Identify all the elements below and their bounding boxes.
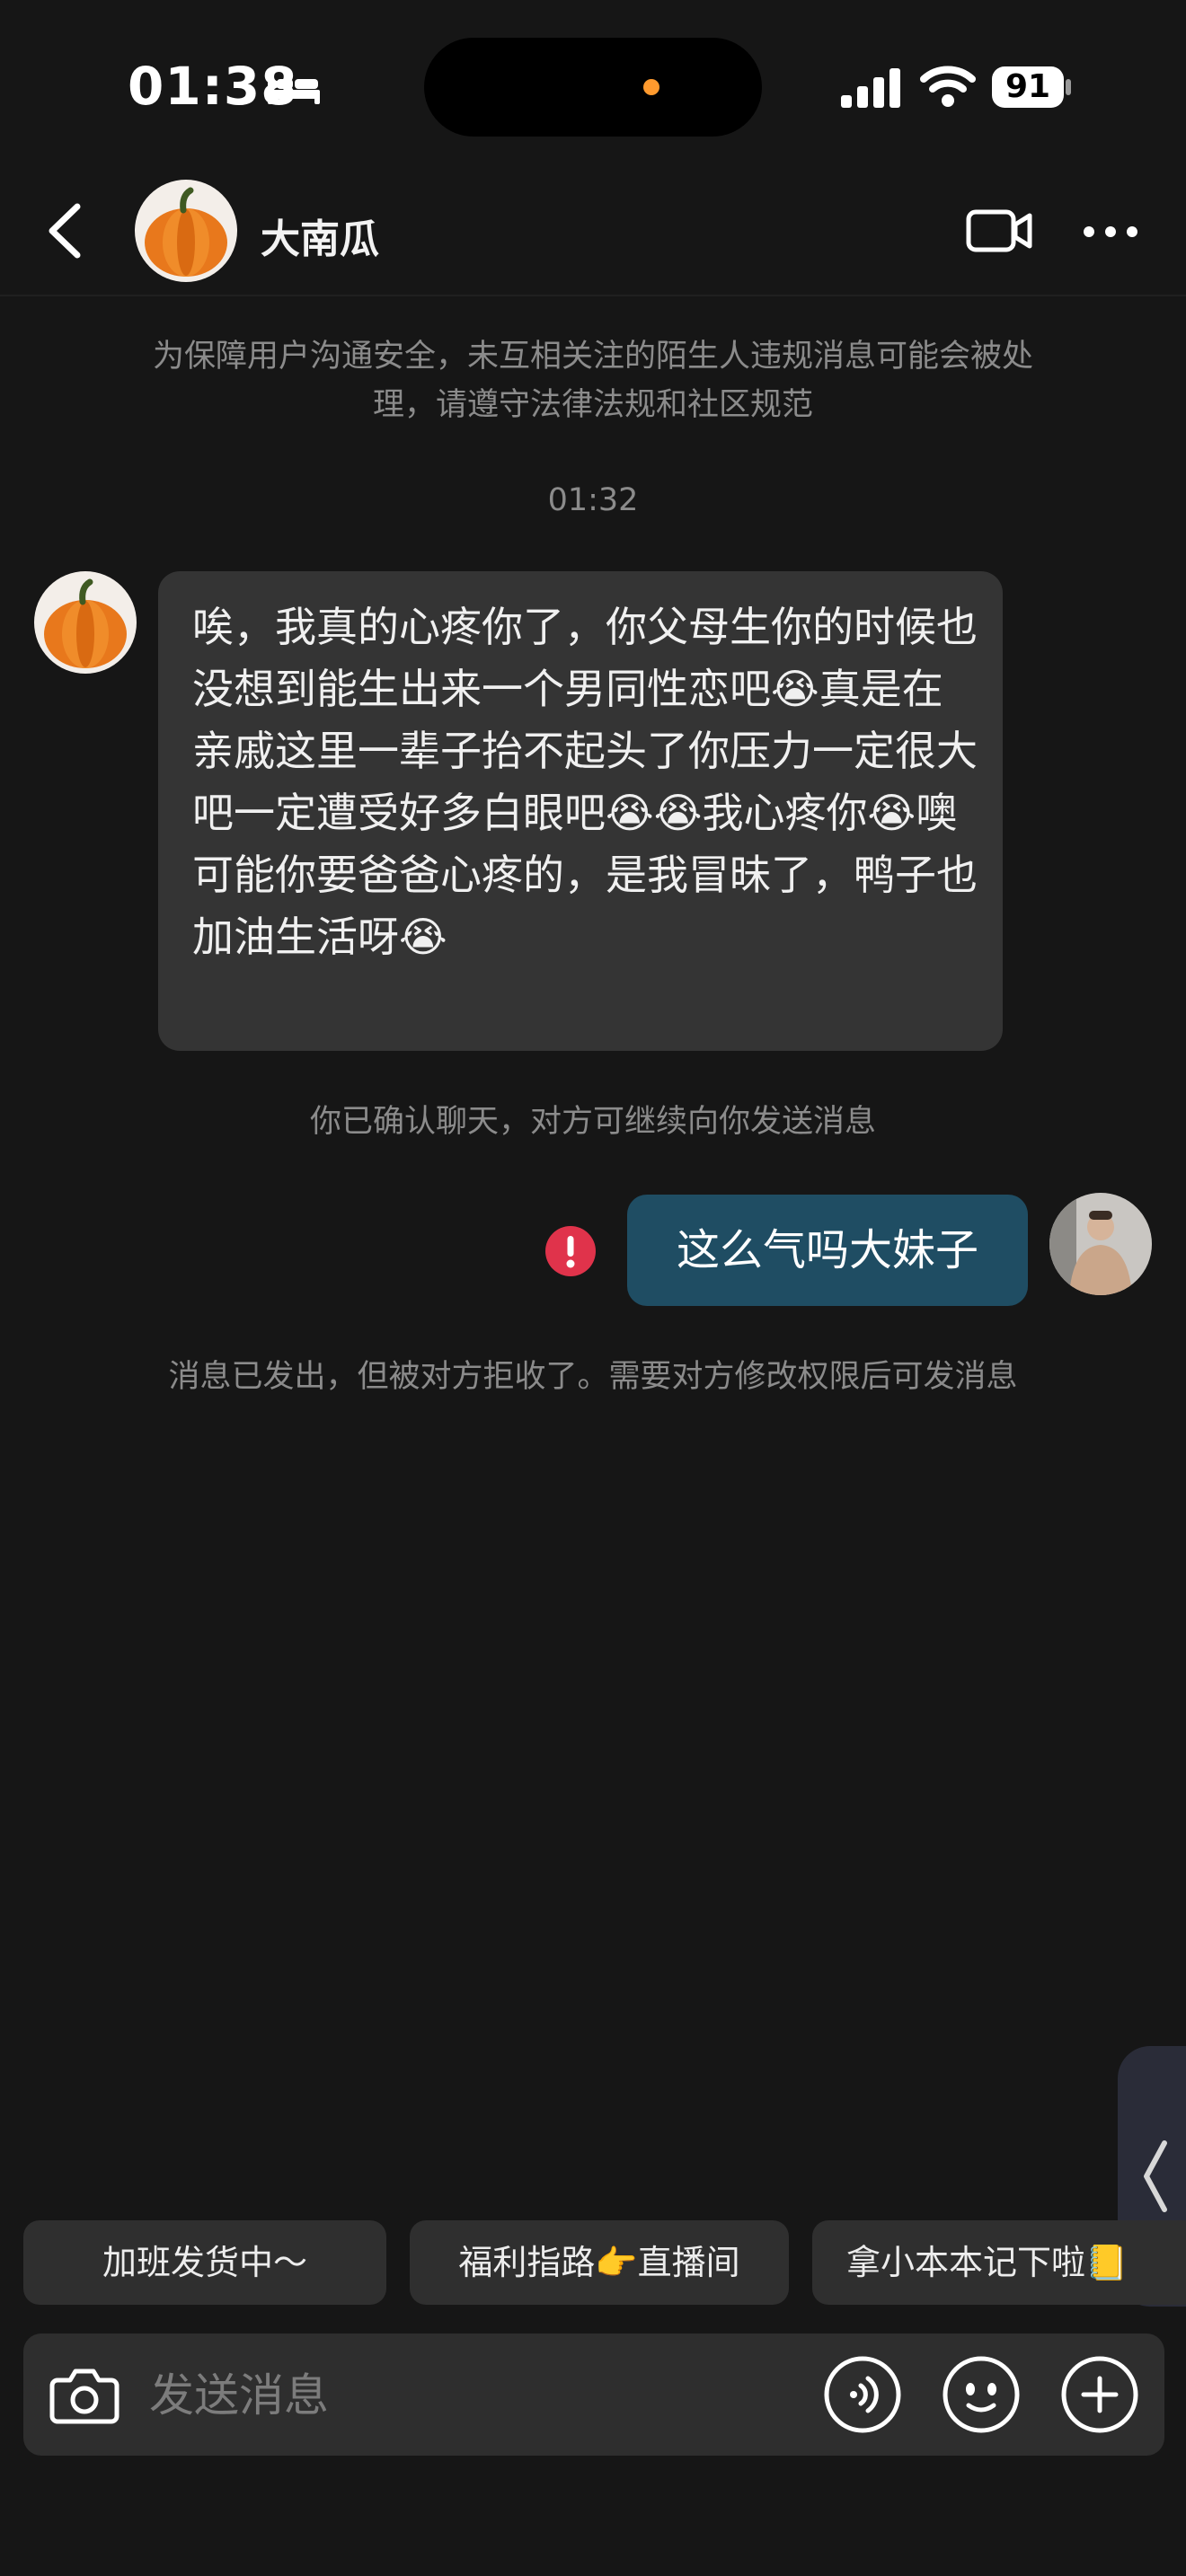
contact-avatar[interactable]	[135, 180, 237, 282]
voice-input-icon[interactable]	[823, 2355, 902, 2434]
contact-name[interactable]: 大南瓜	[261, 207, 379, 264]
privacy-indicator-dot	[643, 79, 659, 95]
battery-tip	[1066, 79, 1071, 95]
security-notice: 为保障用户沟通安全，未互相关注的陌生人违规消息可能会被处理，请遵守法律法规和社区…	[0, 332, 1186, 429]
quick-reply-chip[interactable]: 福利指路👉直播间	[410, 2220, 789, 2305]
security-notice-text: 为保障用户沟通安全，未互相关注的陌生人违规消息可能会被处理，请遵守法律法规和社区…	[152, 339, 1033, 423]
sender-avatar[interactable]	[34, 571, 137, 674]
message-rejected-notice: 消息已发出，但被对方拒收了。需要对方修改权限后可发消息	[168, 1359, 1018, 1395]
plus-icon[interactable]	[1060, 2355, 1139, 2434]
emoji-icon[interactable]	[942, 2355, 1021, 2434]
sleep-focus-icon	[268, 75, 320, 104]
incoming-message-text: 唉，我真的心疼你了，你父母生你的时候也没想到能生出来一个男同性恋吧😭真是在亲戚这…	[192, 603, 978, 961]
incoming-message-bubble[interactable]: 唉，我真的心疼你了，你父母生你的时候也没想到能生出来一个男同性恋吧😭真是在亲戚这…	[158, 571, 1003, 1051]
send-failed-icon[interactable]	[544, 1225, 597, 1277]
pumpkin-avatar-image	[135, 180, 237, 282]
dynamic-island	[424, 38, 762, 137]
outgoing-message-text: 这么气吗大妹子	[676, 1225, 978, 1275]
quick-reply-chip[interactable]: 加班发货中～	[23, 2220, 386, 2305]
cellular-signal-icon	[841, 68, 900, 108]
battery-level: 91	[1005, 68, 1051, 105]
camera-icon[interactable]	[49, 2360, 120, 2429]
header-divider	[0, 295, 1186, 296]
my-avatar[interactable]	[1049, 1193, 1152, 1295]
outgoing-message-bubble[interactable]: 这么气吗大妹子	[627, 1195, 1028, 1306]
chat-confirmed-notice: 你已确认聊天，对方可继续向你发送消息	[309, 1104, 876, 1140]
video-call-icon[interactable]	[965, 207, 1033, 255]
user-photo-avatar-image	[1049, 1193, 1152, 1295]
message-input[interactable]	[147, 2359, 780, 2432]
more-options-icon[interactable]	[1082, 225, 1139, 239]
wifi-icon	[920, 66, 976, 107]
quick-reply-chip[interactable]: 拿小本本记下啦📒	[812, 2220, 1186, 2305]
back-icon[interactable]	[43, 201, 86, 260]
battery-indicator: 91	[992, 66, 1071, 108]
message-timestamp: 01:32	[547, 482, 639, 518]
pumpkin-avatar-image	[34, 571, 137, 674]
message-input-bar	[23, 2333, 1164, 2456]
chevron-left-icon	[1144, 2140, 1167, 2212]
